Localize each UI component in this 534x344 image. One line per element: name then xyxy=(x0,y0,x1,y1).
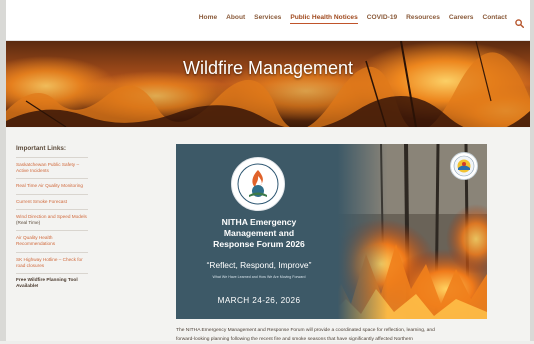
nav-item-services[interactable]: Services xyxy=(254,14,281,24)
nav-item-home[interactable]: Home xyxy=(199,14,217,24)
page-title: Wildfire Management xyxy=(182,58,354,78)
poster-date: MARCH 24-26, 2026 xyxy=(217,296,301,305)
sidebar-link-smoke-forecast[interactable]: Current Smoke Forecast xyxy=(16,193,88,209)
nav-item-contact[interactable]: Contact xyxy=(482,14,507,24)
sidebar-link-public-safety[interactable]: Saskatchewan Public Safety – Active Inci… xyxy=(16,157,88,178)
main-content: Important Links: Saskatchewan Public Saf… xyxy=(6,128,530,344)
nav-item-about[interactable]: About xyxy=(226,14,245,24)
sidebar-heading: Important Links: xyxy=(16,145,67,152)
description-line: forward-looking planning following the r… xyxy=(176,337,413,342)
nitha-logo xyxy=(231,157,285,211)
nav-item-resources[interactable]: Resources xyxy=(406,14,440,24)
poster-title-line: NITHA Emergency xyxy=(221,217,297,227)
poster-quote: “Reflect, Respond, Improve” xyxy=(206,260,312,270)
seal-logo xyxy=(450,152,478,180)
sidebar-link-wind-models[interactable]: Wind Direction and Speed Models (Real Ti… xyxy=(16,208,88,230)
window-frame-right xyxy=(530,0,534,341)
wildfire-banner-image xyxy=(6,41,530,127)
poster-title-line: Management and xyxy=(223,228,295,238)
sidebar-link-highway-hotline[interactable]: SK Highway Hotline – Check for road clos… xyxy=(16,251,88,273)
event-description: The NITHA Emergency Management and Respo… xyxy=(176,326,496,344)
site-header: Home About Services Public Health Notice… xyxy=(6,0,530,41)
search-icon[interactable] xyxy=(515,15,524,28)
sidebar-link-air-quality-health[interactable]: Air Quality Health Recommendations xyxy=(16,230,88,251)
poster-title: NITHA Emergency Management and Response … xyxy=(192,217,326,250)
nav-item-covid-19[interactable]: COVID-19 xyxy=(367,14,397,24)
sidebar-link-wildfire-planning-tool[interactable]: Free Wildfire Planning Tool Available! xyxy=(16,273,88,294)
poster-subtitle: What We Have Learned and How We Are Movi… xyxy=(212,275,306,279)
nav-item-careers[interactable]: Careers xyxy=(449,14,474,24)
event-poster[interactable]: NITHA Emergency Management and Response … xyxy=(176,144,487,319)
poster-title-line: Response Forum 2026 xyxy=(213,239,305,249)
description-line: The NITHA Emergency Management and Respo… xyxy=(176,328,435,333)
main-nav: Home About Services Public Health Notice… xyxy=(190,14,524,28)
sidebar-link-air-quality-monitoring[interactable]: Real Time Air Quality Monitoring xyxy=(16,178,88,193)
sidebar: Important Links: Saskatchewan Public Saf… xyxy=(16,145,88,294)
nav-item-public-health-notices[interactable]: Public Health Notices xyxy=(290,14,358,24)
hero-banner: Wildfire Management xyxy=(6,41,530,127)
